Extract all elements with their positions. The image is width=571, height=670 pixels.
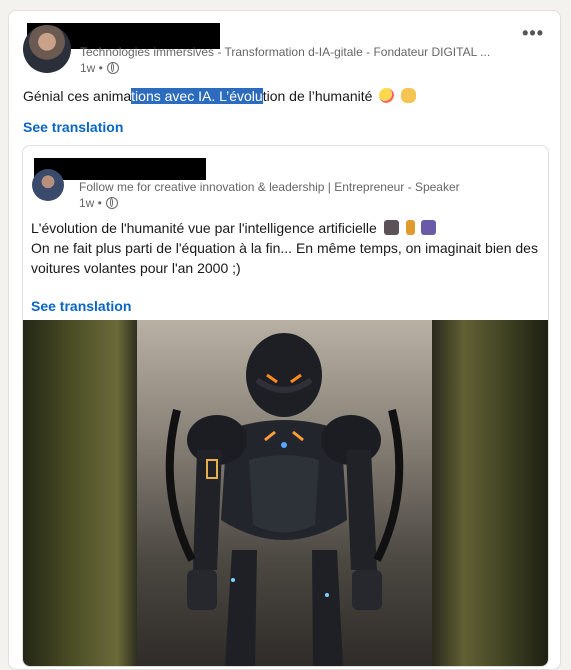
post-video[interactable] xyxy=(23,320,548,666)
text-selection: tions avec IA. L’évolu xyxy=(131,88,263,104)
see-translation-link[interactable]: See translation xyxy=(23,119,123,135)
person-walking-emoji xyxy=(405,220,415,235)
shared-author-headline: Follow me for creative innovation & lead… xyxy=(79,180,460,194)
shared-post-time: 1w • xyxy=(79,196,102,210)
more-options-icon[interactable]: ••• xyxy=(522,23,544,44)
shared-post-text: L'évolution de l'humanité vue par l'inte… xyxy=(31,220,538,276)
feed-post-card: Technologies immersives - Transformation… xyxy=(8,10,561,670)
author-avatar[interactable] xyxy=(23,25,71,73)
post-text: Génial ces animations avec IA. L’évoluti… xyxy=(23,88,417,104)
zany-face-emoji xyxy=(379,88,395,103)
gorilla-emoji xyxy=(383,220,399,235)
video-frame xyxy=(137,320,432,666)
robot-illustration xyxy=(165,333,404,666)
globe-icon xyxy=(106,62,119,74)
post-meta: 1w • xyxy=(80,61,119,75)
shared-post[interactable]: Follow me for creative innovation & lead… xyxy=(22,145,549,667)
ok-hand-emoji xyxy=(401,88,417,103)
shared-see-translation-link[interactable]: See translation xyxy=(31,298,131,314)
globe-icon xyxy=(105,197,118,209)
shared-author-avatar[interactable] xyxy=(32,169,64,201)
robot-emoji xyxy=(421,220,437,235)
author-headline: Technologies immersives - Transformation… xyxy=(80,45,491,59)
shared-post-meta: 1w • xyxy=(79,196,118,210)
post-time: 1w • xyxy=(80,61,103,75)
